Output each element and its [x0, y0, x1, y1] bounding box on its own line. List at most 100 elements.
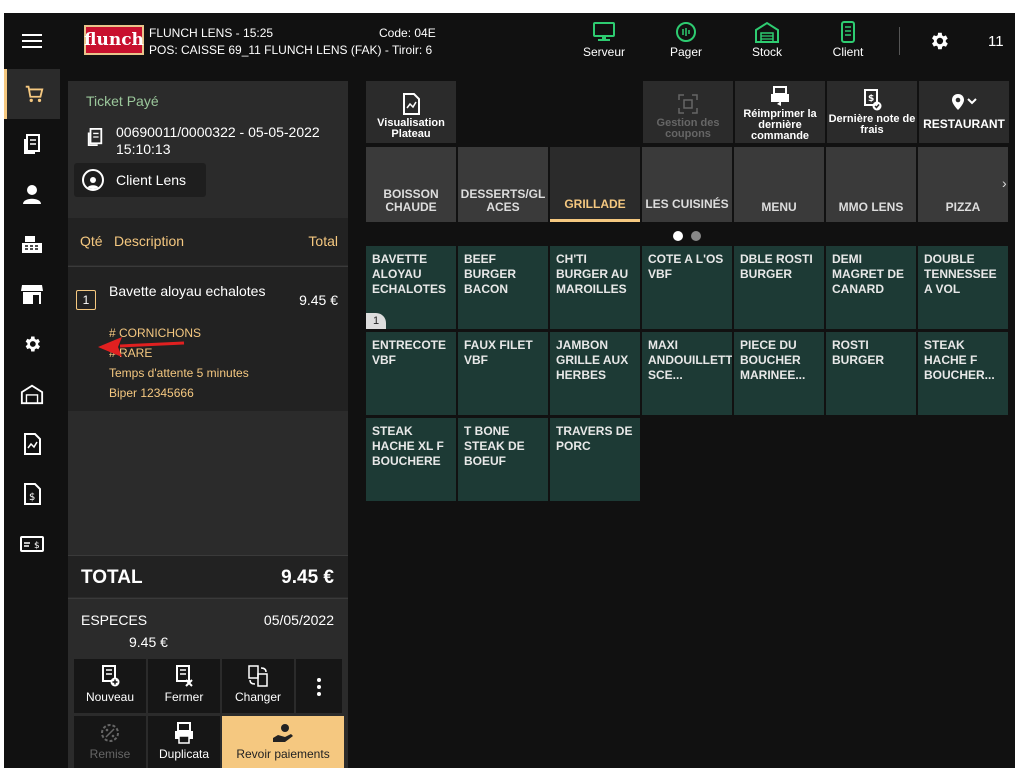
view-payments-label: Revoir paiements: [236, 747, 330, 761]
tab-desserts-glaces[interactable]: DESSERTS/GLACES: [458, 147, 548, 222]
page-indicator: [673, 228, 709, 246]
left-nav: $ $: [4, 69, 60, 768]
receipt-icon: [24, 134, 40, 154]
red-arrow-annotation: [98, 337, 185, 357]
product-tile[interactable]: JAMBON GRILLE AUX HERBES: [550, 332, 640, 415]
coupons-button[interactable]: Gestion des coupons: [643, 81, 733, 143]
nav-tickets[interactable]: [4, 119, 60, 169]
change-label: Changer: [234, 690, 282, 704]
close-ticket-button[interactable]: Fermer: [148, 659, 220, 713]
tab-mmo-lens[interactable]: MMO LENS: [826, 147, 916, 222]
nav-reports[interactable]: [4, 419, 60, 469]
nav-settings[interactable]: [4, 319, 60, 369]
page-dot-active[interactable]: [673, 231, 683, 241]
menu-icon[interactable]: [22, 34, 42, 48]
product-tile[interactable]: PIECE DU BOUCHER MARINEE...: [734, 332, 824, 415]
tab-label: MENU: [761, 200, 797, 214]
printer-icon: [175, 722, 193, 744]
client-button[interactable]: Client: [818, 21, 878, 59]
tab-menu[interactable]: MENU: [734, 147, 824, 222]
product-tile[interactable]: CH'TI BURGER AU MAROILLES: [550, 246, 640, 329]
product-tile[interactable]: MAXI ANDOUILLETTE SCE...: [642, 332, 732, 415]
product-tile[interactable]: DEMI MAGRET DE CANARD: [826, 246, 916, 329]
view-tray-button[interactable]: Visualisation Plateau: [366, 81, 456, 143]
product-tile[interactable]: STEAK HACHE F BOUCHER...: [918, 332, 1008, 415]
nav-customer[interactable]: [4, 169, 60, 219]
product-count-badge: 1: [366, 313, 386, 329]
report-chart-icon: [24, 433, 41, 455]
description-header: Description: [114, 233, 185, 249]
product-tile[interactable]: FAUX FILET VBF: [458, 332, 548, 415]
coupons-label: Gestion des coupons: [656, 117, 720, 140]
warehouse-icon: [755, 21, 779, 43]
product-tile[interactable]: BEEF BURGER BACON: [458, 246, 548, 329]
discount-button[interactable]: Remise: [74, 716, 146, 768]
product-name: TRAVERS DE PORC: [556, 424, 633, 453]
more-options-button[interactable]: [296, 659, 342, 713]
duplicate-button[interactable]: Duplicata: [148, 716, 220, 768]
product-name: ENTRECOTE VBF: [372, 338, 447, 367]
tab-label: MMO LENS: [838, 200, 904, 214]
product-tile[interactable]: T BONE STEAK DE BOEUF: [458, 418, 548, 501]
product-tile[interactable]: TRAVERS DE PORC: [550, 418, 640, 501]
expense-note-button[interactable]: $ Dernière note de frais: [827, 81, 917, 143]
new-ticket-button[interactable]: Nouveau: [74, 659, 146, 713]
view-tray-label: Visualisation Plateau: [377, 117, 445, 140]
qty-header: Qté: [80, 233, 103, 249]
tab-label: GRILLADE: [564, 197, 626, 211]
client-label: Client Lens: [116, 172, 187, 188]
nav-cart[interactable]: [4, 69, 60, 119]
ticket-total: TOTAL 9.45 €: [68, 555, 348, 597]
chevron-right-icon[interactable]: ›: [1002, 175, 1007, 191]
product-tile[interactable]: BAVETTE ALOYAU ECHALOTES 1: [366, 246, 456, 329]
product-name: ROSTI BURGER: [832, 338, 885, 367]
product-tile[interactable]: ROSTI BURGER: [826, 332, 916, 415]
discount-icon: [101, 724, 119, 742]
nav-register[interactable]: [4, 219, 60, 269]
item-name: Bavette aloyau echalotes: [109, 283, 266, 299]
nav-payments[interactable]: $: [4, 519, 60, 569]
duplicate-label: Duplicata: [158, 747, 210, 761]
invoice-dollar-icon: $: [24, 483, 41, 505]
pager-label: Pager: [669, 45, 703, 59]
nav-store[interactable]: [4, 269, 60, 319]
pos-app: flunch FLUNCH LENS - 15:25 POS: CAISSE 6…: [4, 13, 1015, 768]
swap-receipt-icon: [248, 665, 268, 687]
product-name: DEMI MAGRET DE CANARD: [832, 252, 904, 296]
change-ticket-button[interactable]: Changer: [222, 659, 294, 713]
client-button[interactable]: Client Lens: [74, 163, 206, 197]
page-dot[interactable]: [691, 231, 701, 241]
settings-gear-icon[interactable]: [928, 30, 950, 52]
store-info: FLUNCH LENS - 15:25: [149, 26, 274, 40]
product-name: JAMBON GRILLE AUX HERBES: [556, 338, 629, 382]
pager-button[interactable]: Pager: [656, 21, 716, 59]
warehouse-icon: [20, 384, 44, 405]
item-modifier: Biper 12345666: [109, 386, 194, 400]
pager-icon: [676, 22, 696, 42]
product-name: DOUBLE TENNESSEE A VOL: [924, 252, 997, 296]
product-name: COTE A L'OS VBF: [648, 252, 724, 281]
product-tile[interactable]: STEAK HACHE XL F BOUCHERE: [366, 418, 456, 501]
client-label: Client: [832, 45, 864, 59]
stock-button[interactable]: Stock: [737, 21, 797, 59]
toolbar-divider: [899, 27, 900, 55]
nav-invoices[interactable]: $: [4, 469, 60, 519]
serveur-button[interactable]: Serveur: [574, 21, 634, 59]
tab-les-cuisines[interactable]: LES CUISINÉS: [642, 147, 732, 222]
product-tile[interactable]: DOUBLE TENNESSEE A VOL: [918, 246, 1008, 329]
restaurant-selector[interactable]: RESTAURANT: [919, 81, 1009, 143]
reprint-label: Réimprimer la dernière commande: [743, 108, 817, 142]
tab-pizza[interactable]: PIZZA: [918, 147, 1008, 222]
tab-grillade[interactable]: GRILLADE: [550, 147, 640, 222]
product-name: FAUX FILET VBF: [464, 338, 533, 367]
tab-boisson-chaude[interactable]: BOISSON CHAUDE: [366, 147, 456, 222]
nav-warehouse[interactable]: [4, 369, 60, 419]
tab-label: LES CUISINÉS: [645, 197, 729, 211]
product-tile[interactable]: ENTRECOTE VBF: [366, 332, 456, 415]
product-tile[interactable]: COTE A L'OS VBF: [642, 246, 732, 329]
receipt-icon: [87, 128, 103, 146]
view-payments-button[interactable]: Revoir paiements: [222, 716, 344, 768]
product-tile[interactable]: DBLE ROSTI BURGER: [734, 246, 824, 329]
reprint-button[interactable]: Réimprimer la dernière commande: [735, 81, 825, 143]
ticket-panel: Ticket Payé 00690011/0000322 - 05-05-202…: [68, 81, 348, 768]
